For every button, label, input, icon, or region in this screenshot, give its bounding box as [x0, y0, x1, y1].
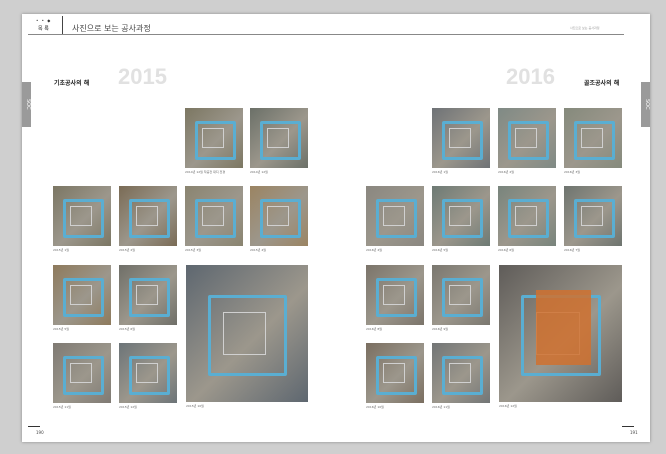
- site-core: [581, 128, 603, 148]
- photo-caption: 2016년 1월: [432, 170, 449, 174]
- construction-photo[interactable]: [119, 186, 177, 246]
- site-core: [383, 363, 405, 383]
- right-footer-line: [622, 426, 634, 427]
- construction-photo[interactable]: [498, 108, 556, 168]
- construction-photo[interactable]: [432, 108, 490, 168]
- photo-caption: 2015년 10월: [186, 404, 204, 408]
- year-2016: 2016: [506, 64, 555, 89]
- logo[interactable]: • • ◆ 목 록: [28, 16, 63, 34]
- site-core: [267, 206, 289, 226]
- site-core: [449, 285, 471, 305]
- construction-photo[interactable]: [119, 343, 177, 403]
- site-core: [202, 206, 224, 226]
- site-core: [70, 285, 92, 305]
- photo-caption: 2015년 12월: [119, 405, 137, 409]
- section-title: 사진으로 보는 공사과정: [72, 24, 151, 33]
- left-subtitle: 기초공사의 해: [54, 80, 90, 87]
- logo-dots: • • ◆: [36, 18, 52, 23]
- construction-photo[interactable]: [186, 265, 308, 402]
- construction-photo[interactable]: [432, 343, 490, 403]
- site-core: [70, 363, 92, 383]
- site-core: [515, 128, 537, 148]
- year-2015: 2015: [118, 64, 167, 89]
- building-frame: [536, 290, 591, 365]
- right-page-number: 191: [630, 430, 638, 435]
- site-core: [515, 206, 537, 226]
- construction-photo[interactable]: [499, 265, 622, 402]
- header-right-text: 사진으로 보는 공사과정: [570, 26, 600, 30]
- construction-photo[interactable]: [564, 108, 622, 168]
- photo-caption: 2016년 9월: [432, 327, 449, 331]
- site-core: [136, 363, 158, 383]
- photo-caption: 2015년 6월: [119, 327, 136, 331]
- photo-caption: 2015년 4월: [250, 248, 267, 252]
- photo-caption: 2014년 12월: [250, 170, 268, 174]
- construction-photo[interactable]: [250, 108, 308, 168]
- construction-photo[interactable]: [366, 343, 424, 403]
- site-core: [70, 206, 92, 226]
- site-core: [383, 206, 405, 226]
- logo-text: 목 록: [38, 26, 49, 32]
- construction-photo[interactable]: [366, 186, 424, 246]
- left-side-tab[interactable]: SOC: [22, 82, 31, 127]
- photo-caption: 2015년 1월: [53, 248, 70, 252]
- site-core: [449, 128, 471, 148]
- construction-photo[interactable]: [250, 186, 308, 246]
- photo-caption: 2015년 3월: [185, 248, 202, 252]
- left-footer-line: [28, 426, 40, 427]
- construction-photo[interactable]: [432, 186, 490, 246]
- photo-caption: 2016년 11월: [432, 405, 450, 409]
- photo-caption: 2016년 3월: [564, 170, 581, 174]
- left-page-number: 190: [36, 430, 44, 435]
- construction-photo[interactable]: [53, 343, 111, 403]
- construction-photo[interactable]: [119, 265, 177, 325]
- photo-caption: 2015년 11월: [53, 405, 71, 409]
- photo-caption: 2016년 7월: [564, 248, 581, 252]
- construction-photo[interactable]: [53, 265, 111, 325]
- site-core: [202, 128, 224, 148]
- photo-caption: 2016년 8월: [366, 327, 383, 331]
- photo-caption: 2016년 5월: [432, 248, 449, 252]
- site-core: [136, 285, 158, 305]
- construction-photo[interactable]: [53, 186, 111, 246]
- site-core: [136, 206, 158, 226]
- site-core: [383, 285, 405, 305]
- header-divider: [28, 34, 624, 35]
- photo-caption: 2015년 2월: [119, 248, 136, 252]
- right-side-tab[interactable]: SOC: [641, 82, 650, 127]
- right-subtitle: 골조공사의 해: [584, 80, 620, 87]
- site-core: [267, 128, 289, 148]
- construction-photo[interactable]: [498, 186, 556, 246]
- site-core: [449, 363, 471, 383]
- construction-photo[interactable]: [185, 186, 243, 246]
- construction-photo[interactable]: [564, 186, 622, 246]
- photo-caption: 2016년 6월: [498, 248, 515, 252]
- photo-caption: 2016년 12월: [499, 404, 517, 408]
- site-core: [223, 312, 266, 355]
- photo-caption: 2016년 10월: [366, 405, 384, 409]
- construction-photo[interactable]: [366, 265, 424, 325]
- photo-caption: 2015년 5월: [53, 327, 70, 331]
- site-core: [581, 206, 603, 226]
- site-core: [449, 206, 471, 226]
- photo-caption: 2014년 12월 착공전 대지 전경: [185, 170, 226, 174]
- photo-caption: 2016년 4월: [366, 248, 383, 252]
- construction-photo[interactable]: [185, 108, 243, 168]
- construction-photo[interactable]: [432, 265, 490, 325]
- photo-caption: 2016년 2월: [498, 170, 515, 174]
